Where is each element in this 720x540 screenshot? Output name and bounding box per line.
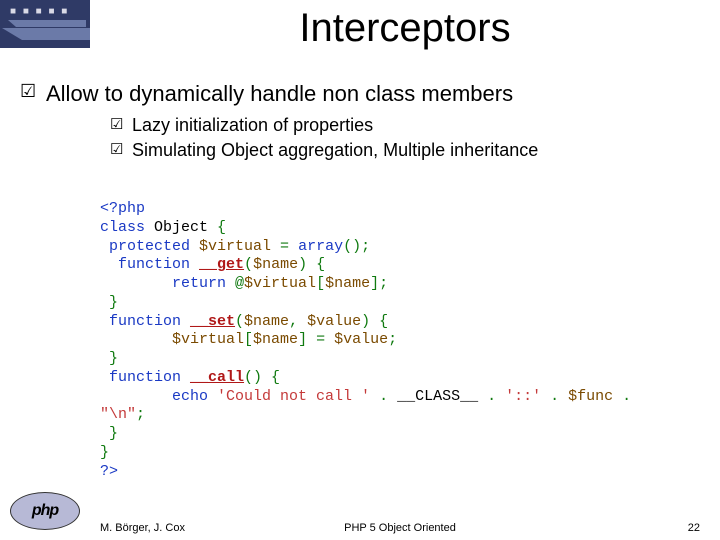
sub-bullet: ☑ Lazy initialization of properties [110, 114, 700, 137]
sub-bullet-text: Simulating Object aggregation, Multiple … [132, 139, 538, 162]
content-area: ☑ Allow to dynamically handle non class … [20, 80, 700, 164]
footer-author: M. Börger, J. Cox [100, 522, 185, 534]
sub-bullet-text: Lazy initialization of properties [132, 114, 373, 137]
ship-icon [0, 14, 90, 48]
php-logo: php [10, 492, 80, 532]
footer-page-number: 22 [688, 522, 700, 534]
sub-bullets: ☑ Lazy initialization of properties ☑ Si… [110, 114, 700, 163]
php-logo-text: php [32, 502, 58, 520]
check-icon: ☑ [110, 114, 132, 135]
slide-title: Interceptors [110, 6, 700, 51]
main-bullet-text: Allow to dynamically handle non class me… [46, 80, 513, 108]
footer-title: PHP 5 Object Oriented [344, 522, 456, 534]
check-icon: ☑ [20, 80, 46, 103]
code-block: <?php class Object { protected $virtual … [100, 200, 700, 481]
corner-logo: ■ ■ ■ ■ ■ [0, 0, 90, 48]
check-icon: ☑ [110, 139, 132, 160]
footer: M. Börger, J. Cox PHP 5 Object Oriented … [100, 522, 700, 534]
main-bullet: ☑ Allow to dynamically handle non class … [20, 80, 700, 108]
sub-bullet: ☑ Simulating Object aggregation, Multipl… [110, 139, 700, 162]
